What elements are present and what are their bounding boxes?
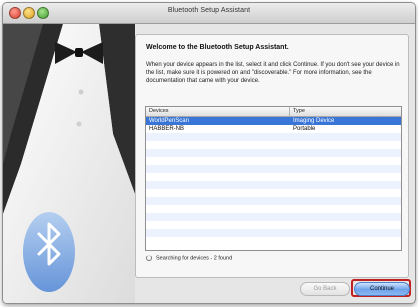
empty-row <box>146 189 401 197</box>
empty-row <box>146 205 401 213</box>
tuxedo-artwork <box>3 24 135 303</box>
assistant-window: Bluetooth Setup Assistant Welcome to the… <box>2 2 416 304</box>
device-name: WorldPenScan <box>149 118 189 124</box>
empty-row <box>146 133 401 141</box>
instructions-text: When your device appears in the list, se… <box>146 62 400 84</box>
content-panel: Welcome to the Bluetooth Setup Assistant… <box>135 34 409 278</box>
device-type: Imaging Device <box>293 118 335 124</box>
device-table: Devices Type WorldPenScan Imaging Device… <box>145 106 402 251</box>
search-status: Searching for devices - 2 found <box>146 255 232 261</box>
search-status-text: Searching for devices - 2 found <box>156 255 233 262</box>
empty-row <box>146 237 401 245</box>
empty-row <box>146 165 401 173</box>
table-row[interactable]: WorldPenScan Imaging Device <box>146 117 401 125</box>
welcome-heading: Welcome to the Bluetooth Setup Assistant… <box>146 44 289 51</box>
empty-row <box>146 213 401 221</box>
continue-button[interactable]: Continue <box>354 282 410 296</box>
table-header: Devices Type <box>146 107 401 117</box>
empty-row <box>146 149 401 157</box>
empty-row <box>146 141 401 149</box>
empty-row <box>146 157 401 165</box>
window-title: Bluetooth Setup Assistant <box>167 7 251 14</box>
empty-row <box>146 181 401 189</box>
device-type: Portable <box>293 126 316 132</box>
title-bar: Bluetooth Setup Assistant <box>3 3 415 24</box>
column-header-devices[interactable]: Devices <box>149 108 169 114</box>
empty-row <box>146 197 401 205</box>
go-back-button[interactable]: Go Back <box>300 282 350 296</box>
empty-row <box>146 221 401 229</box>
column-divider <box>289 107 290 116</box>
empty-row <box>146 173 401 181</box>
spinner-icon <box>146 255 152 261</box>
empty-row <box>146 229 401 237</box>
column-header-type[interactable]: Type <box>293 108 305 114</box>
bluetooth-icon <box>23 212 75 292</box>
device-name: HABBER-NB <box>149 126 185 132</box>
table-row[interactable]: HABBER-NB Portable <box>146 125 401 133</box>
